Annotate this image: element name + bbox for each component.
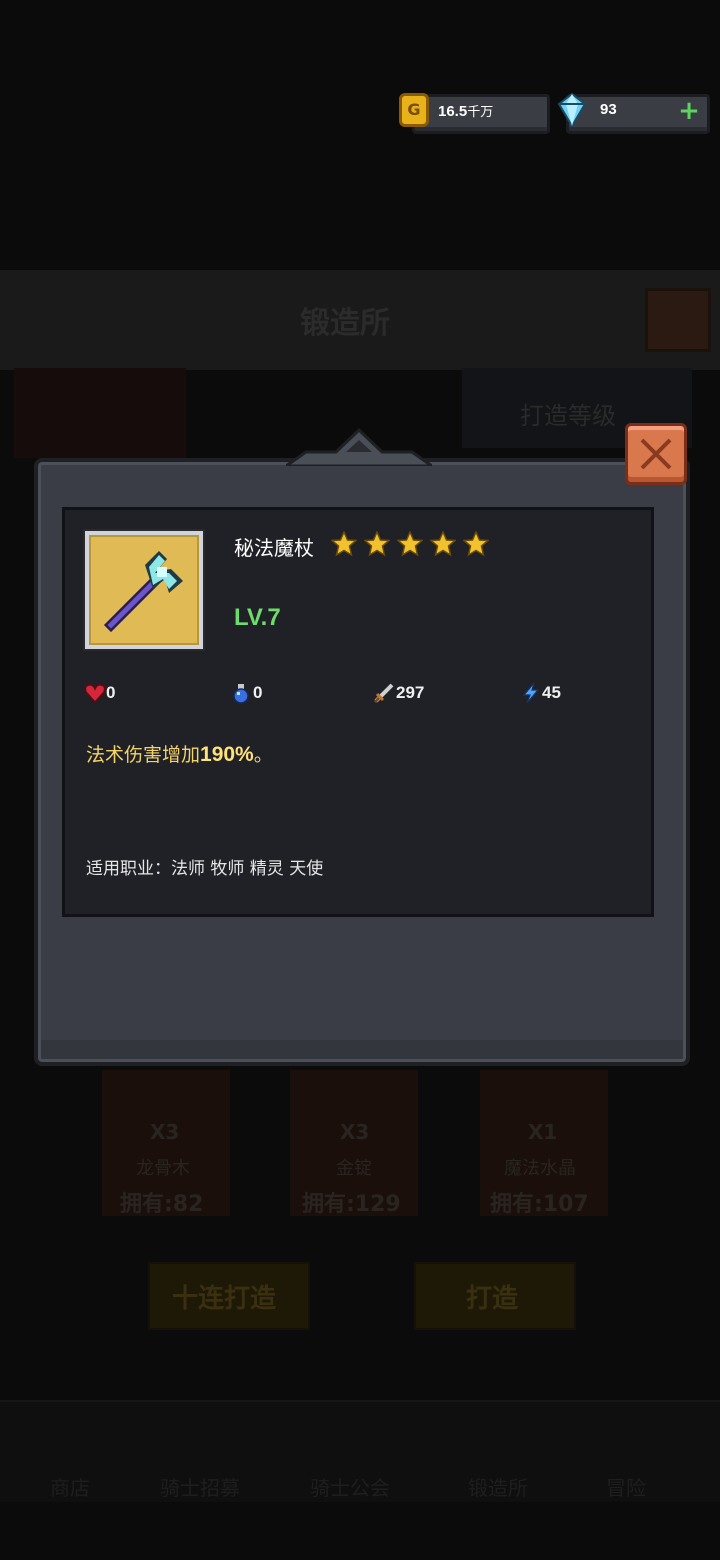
bg-title: 锻造所 <box>300 306 390 341</box>
heart-icon <box>84 684 106 704</box>
gold-coin-icon: G <box>399 93 429 127</box>
item-star-rating <box>331 531 496 559</box>
bg-material-owned: 拥有:82 <box>120 1192 204 1217</box>
gem-amount: 93 <box>600 101 617 118</box>
bg-forge-label: 打造 <box>466 1284 519 1314</box>
close-icon <box>640 438 672 470</box>
star-icon <box>331 531 357 557</box>
mana-potion-icon <box>233 684 249 704</box>
item-level: LV.7 <box>234 604 281 631</box>
arcane-staff-icon <box>103 551 183 633</box>
item-classes: 适用职业：法师 牧师 精灵 天使 <box>86 859 324 879</box>
add-gems-button[interactable]: + <box>677 97 701 125</box>
item-name: 秘法魔杖 <box>234 536 314 560</box>
stat-mana-value: 0 <box>253 683 263 702</box>
star-icon <box>364 531 390 557</box>
stat-attack-value: 297 <box>396 683 425 702</box>
diamond-icon <box>557 93 587 127</box>
bg-nav-item: 商店 <box>50 1476 90 1500</box>
bg-nav-item: 骑士招募 <box>160 1476 240 1500</box>
close-button[interactable] <box>625 423 687 485</box>
bg-material-name: 金锭 <box>336 1158 372 1179</box>
gold-unit: 千万 <box>467 104 494 119</box>
bg-tab-label: 打造等级 <box>520 402 616 430</box>
lightning-icon <box>522 682 540 704</box>
bg-material-count: X3 <box>150 1120 180 1144</box>
gold-amount: 16.5千万 <box>438 103 494 120</box>
bg-material-owned: 拥有:107 <box>490 1192 589 1217</box>
panel-crest <box>286 428 432 466</box>
sword-icon <box>373 683 394 704</box>
bg-image-strip <box>14 368 186 458</box>
bg-ten-forge-label: 十连打造 <box>172 1284 277 1314</box>
bg-material-count: X1 <box>528 1120 558 1144</box>
bg-material-name: 龙骨木 <box>136 1158 190 1179</box>
bg-nav-item: 骑士公会 <box>310 1476 390 1500</box>
bg-nav-item: 锻造所 <box>468 1476 528 1500</box>
item-effect: 法术伤害增加190%。 <box>86 743 273 766</box>
bg-material-count: X3 <box>340 1120 370 1144</box>
star-icon <box>397 531 423 557</box>
stat-hp-value: 0 <box>106 683 116 702</box>
stat-speed-value: 45 <box>542 683 561 702</box>
item-icon-frame <box>85 531 203 649</box>
bg-material-owned: 拥有:129 <box>302 1192 401 1217</box>
bg-material-name: 魔法水晶 <box>504 1158 576 1179</box>
star-icon <box>463 531 489 557</box>
star-icon <box>430 531 456 557</box>
item-effect-value: 190% <box>200 743 254 766</box>
bg-close-button <box>645 288 711 352</box>
bg-nav-item: 冒险 <box>606 1476 646 1500</box>
